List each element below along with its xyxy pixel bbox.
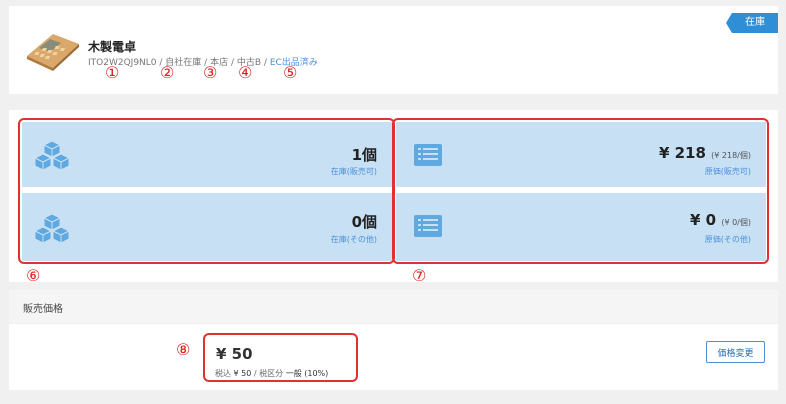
marker-3: ③ [203,63,218,82]
price-section-header: 販売価格 [9,290,778,323]
marker-2: ② [160,63,175,82]
price-card [9,324,778,390]
product-code: ITO2W2QJ9NL0 [88,58,157,68]
tax-class: 一般 (10%) [285,369,329,378]
product-name: 木製電卓 [88,40,137,54]
tax-included-price: ¥ 50 [233,369,252,378]
tax-prefix: 税込 [215,369,231,378]
tax-class-prefix: / 税区分 [253,369,284,378]
marker-7: ⑦ [412,266,427,285]
tax-info: 税込 ¥ 50 / 税区分 一般 (10%) [215,368,328,379]
calculator-thumbnail [27,34,79,71]
selling-price-value: ¥ 50 [216,345,253,363]
marker-8: ⑧ [176,340,191,359]
stock-status-badge: 在庫 [726,13,778,33]
highlight-box-stock [18,118,395,264]
marker-1: ① [105,63,120,82]
marker-4: ④ [238,63,253,82]
marker-5: ⑤ [283,63,298,82]
change-price-button[interactable]: 価格変更 [706,341,765,363]
product-card: 在庫 木製電卓 ITO2W2QJ9NL0 / 自社在庫 / 本店 / 中古B /… [9,6,778,94]
marker-6: ⑥ [26,266,41,285]
highlight-box-cost [392,118,769,264]
price-section-title: 販売価格 [23,304,63,315]
